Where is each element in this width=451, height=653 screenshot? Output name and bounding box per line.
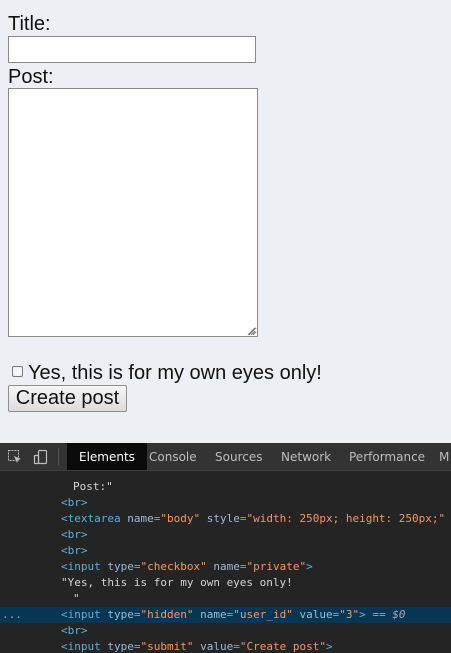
dom-node[interactable]: <textarea name="body" style="width: 250p… [0, 511, 451, 527]
devtools-panel: Elements Console Sources Network Perform… [0, 443, 451, 653]
dom-node-selected[interactable]: ... <input type="hidden" name="user_id" v… [0, 607, 451, 623]
private-checkbox[interactable] [12, 366, 23, 377]
node-ellipsis[interactable]: ... [2, 607, 22, 623]
post-form: Title: Post: Yes, this is for my own eye… [0, 0, 451, 443]
dom-node[interactable]: " [0, 471, 451, 479]
tab-performance[interactable]: Performance [349, 443, 425, 470]
dom-node[interactable]: <br> [0, 623, 451, 639]
tab-sources[interactable]: Sources [215, 443, 262, 470]
private-checkbox-label[interactable]: Yes, this is for my own eyes only! [28, 362, 322, 385]
inspect-icon[interactable] [7, 449, 23, 465]
title-label: Title: [8, 13, 51, 35]
create-post-button[interactable]: Create post [8, 385, 127, 412]
title-input[interactable] [8, 36, 256, 63]
device-toolbar-icon[interactable] [33, 449, 49, 465]
dom-node[interactable]: " [0, 591, 451, 607]
post-textarea[interactable] [8, 88, 258, 337]
dom-node[interactable]: <br> [0, 527, 451, 543]
elements-tree: " Post:" <br> <textarea name="body" styl… [0, 471, 451, 653]
dom-node[interactable]: <br> [0, 495, 451, 511]
devtools-tabbar: Elements Console Sources Network Perform… [0, 443, 451, 471]
tab-elements[interactable]: Elements [67, 443, 147, 470]
tab-separator [58, 448, 59, 465]
tab-network[interactable]: Network [281, 443, 331, 470]
dom-node[interactable]: <input type="checkbox" name="private"> [0, 559, 451, 575]
post-label: Post: [8, 66, 54, 88]
tab-more[interactable]: M [439, 443, 449, 470]
dom-node[interactable]: "Yes, this is for my own eyes only! [0, 575, 451, 591]
resize-grip-icon[interactable] [246, 326, 256, 336]
tab-console[interactable]: Console [149, 443, 197, 470]
dom-node[interactable]: Post:" [0, 479, 451, 495]
dom-node[interactable]: <br> [0, 543, 451, 559]
dom-node[interactable]: <input type="submit" value="Create post"… [0, 639, 451, 653]
